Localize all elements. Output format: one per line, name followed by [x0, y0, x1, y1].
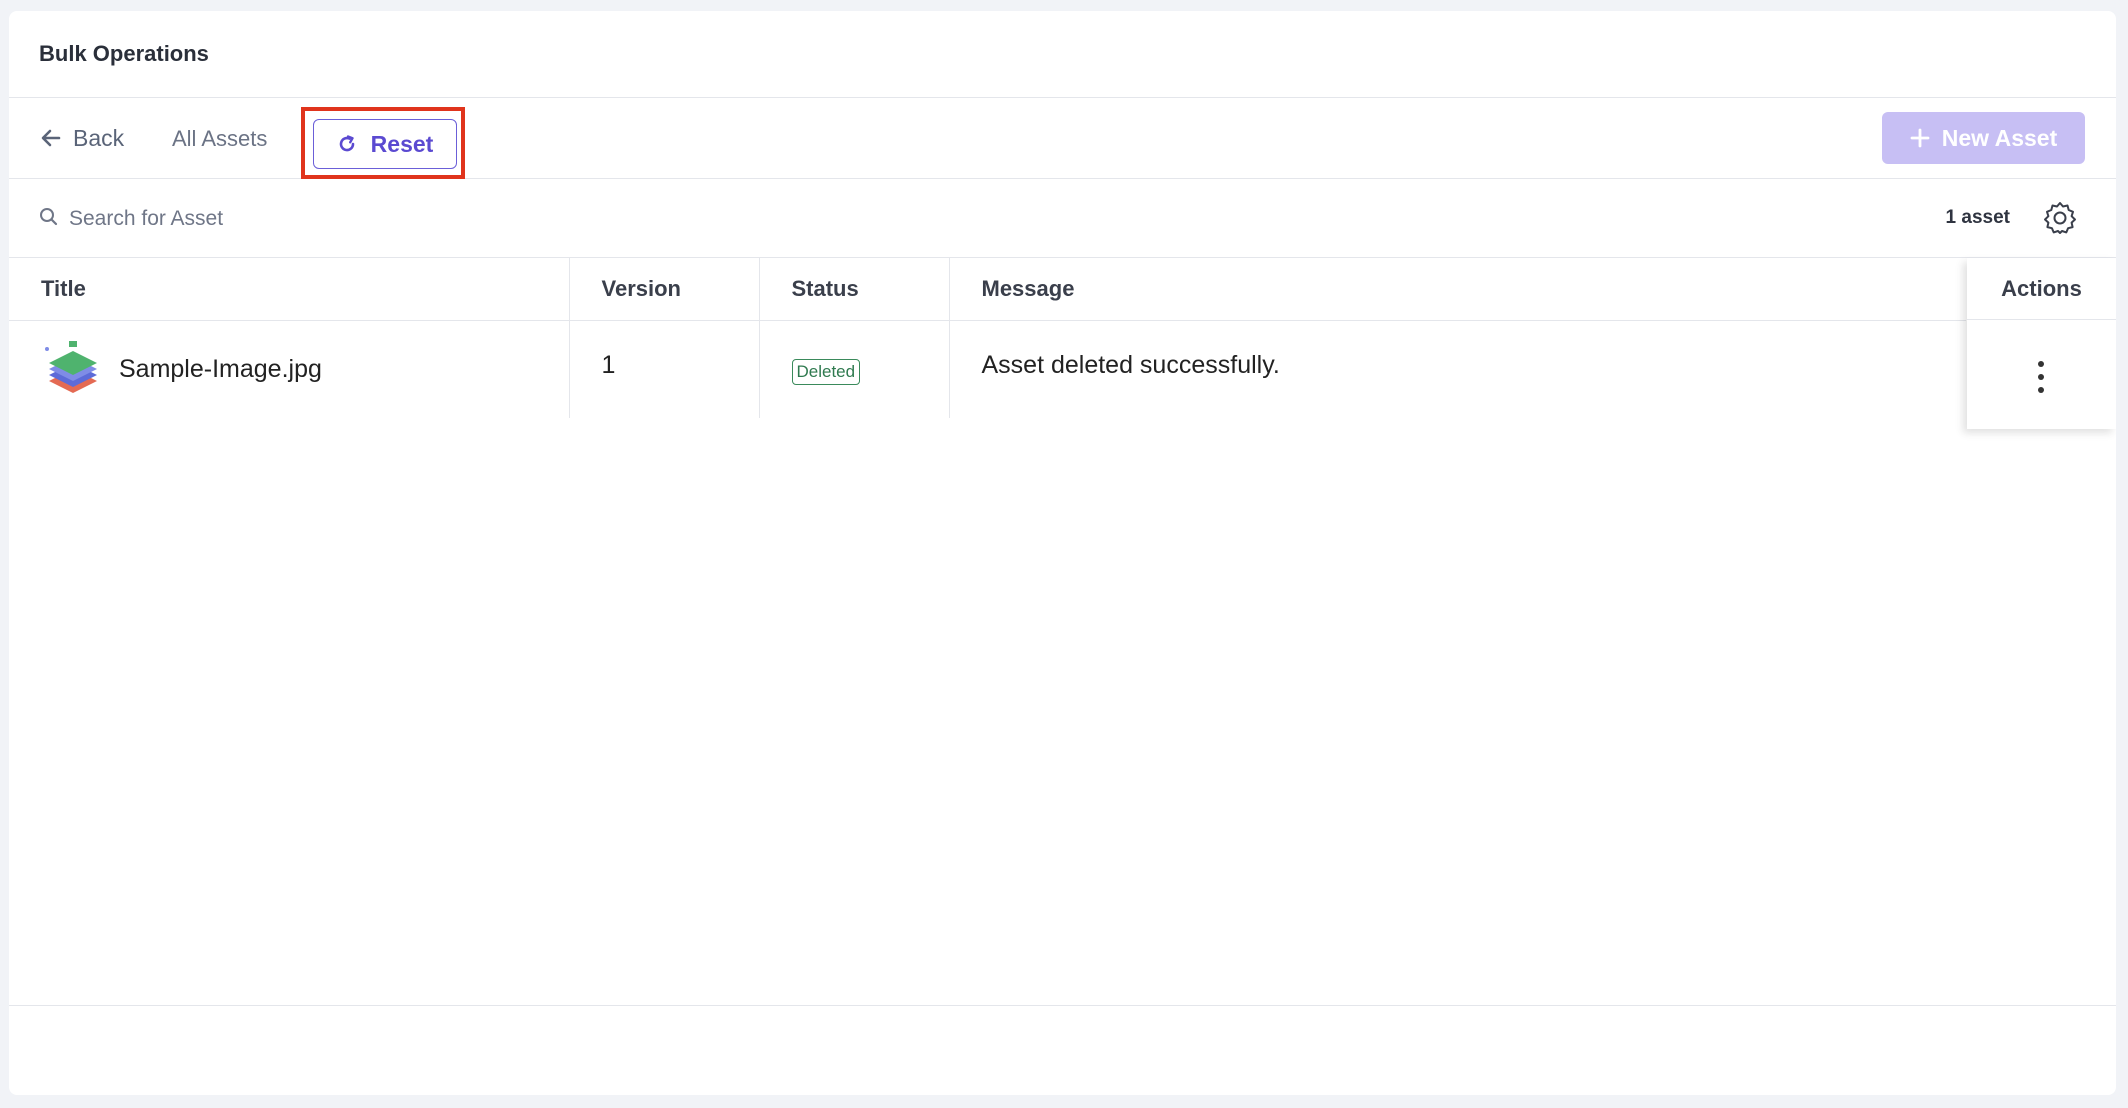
status-badge: Deleted: [791, 358, 861, 385]
column-header-message[interactable]: Message: [949, 258, 1966, 321]
column-header-title[interactable]: Title: [9, 258, 570, 321]
status-message: Asset deleted successfully.: [981, 350, 1280, 379]
arrow-left-icon: [41, 129, 61, 147]
reset-label: Reset: [370, 130, 434, 157]
search-input[interactable]: [67, 201, 671, 237]
new-asset-button[interactable]: New Asset: [1882, 112, 2085, 164]
column-header-version[interactable]: Version: [569, 258, 760, 321]
results-table: Title Version Status Message Sample-Imag…: [9, 258, 1966, 418]
toolbar: Back All Assets Reset New Asset: [9, 98, 2116, 179]
kebab-menu-icon[interactable]: [2031, 359, 2051, 395]
version-cell: 1: [569, 320, 760, 418]
reset-button[interactable]: Reset: [313, 119, 457, 169]
table-header-row: Title Version Status Message: [9, 258, 1966, 321]
column-header-status[interactable]: Status: [759, 258, 950, 321]
asset-count: 1 asset: [1945, 207, 2010, 228]
page-header: Bulk Operations: [9, 11, 2116, 98]
asset-title[interactable]: Sample-Image.jpg: [119, 355, 322, 384]
asset-version: 1: [601, 350, 616, 379]
plus-icon: [1910, 128, 1930, 148]
back-button[interactable]: Back: [41, 122, 124, 154]
status-cell: Deleted: [759, 320, 950, 418]
all-assets-link[interactable]: All Assets: [172, 126, 267, 152]
refresh-icon: [339, 135, 354, 152]
actions-column: Actions: [1967, 258, 2116, 429]
footer-divider: [9, 1005, 2116, 1006]
message-cell: Asset deleted successfully.: [949, 320, 1966, 418]
search-bar: 1 asset: [9, 179, 2116, 258]
asset-thumbnail-icon: [41, 337, 105, 401]
column-header-actions: Actions: [1967, 258, 2116, 320]
search-icon: [39, 207, 61, 229]
title-cell: Sample-Image.jpg: [9, 320, 570, 418]
back-label: Back: [73, 124, 125, 151]
page-title: Bulk Operations: [39, 41, 209, 66]
table-row[interactable]: Sample-Image.jpg 1 Deleted Asset deleted…: [9, 320, 1966, 418]
bulk-operations-panel: Bulk Operations Back All Assets Reset Ne…: [9, 11, 2116, 1095]
gear-icon[interactable]: [2042, 200, 2078, 236]
new-asset-label: New Asset: [1941, 124, 2058, 151]
